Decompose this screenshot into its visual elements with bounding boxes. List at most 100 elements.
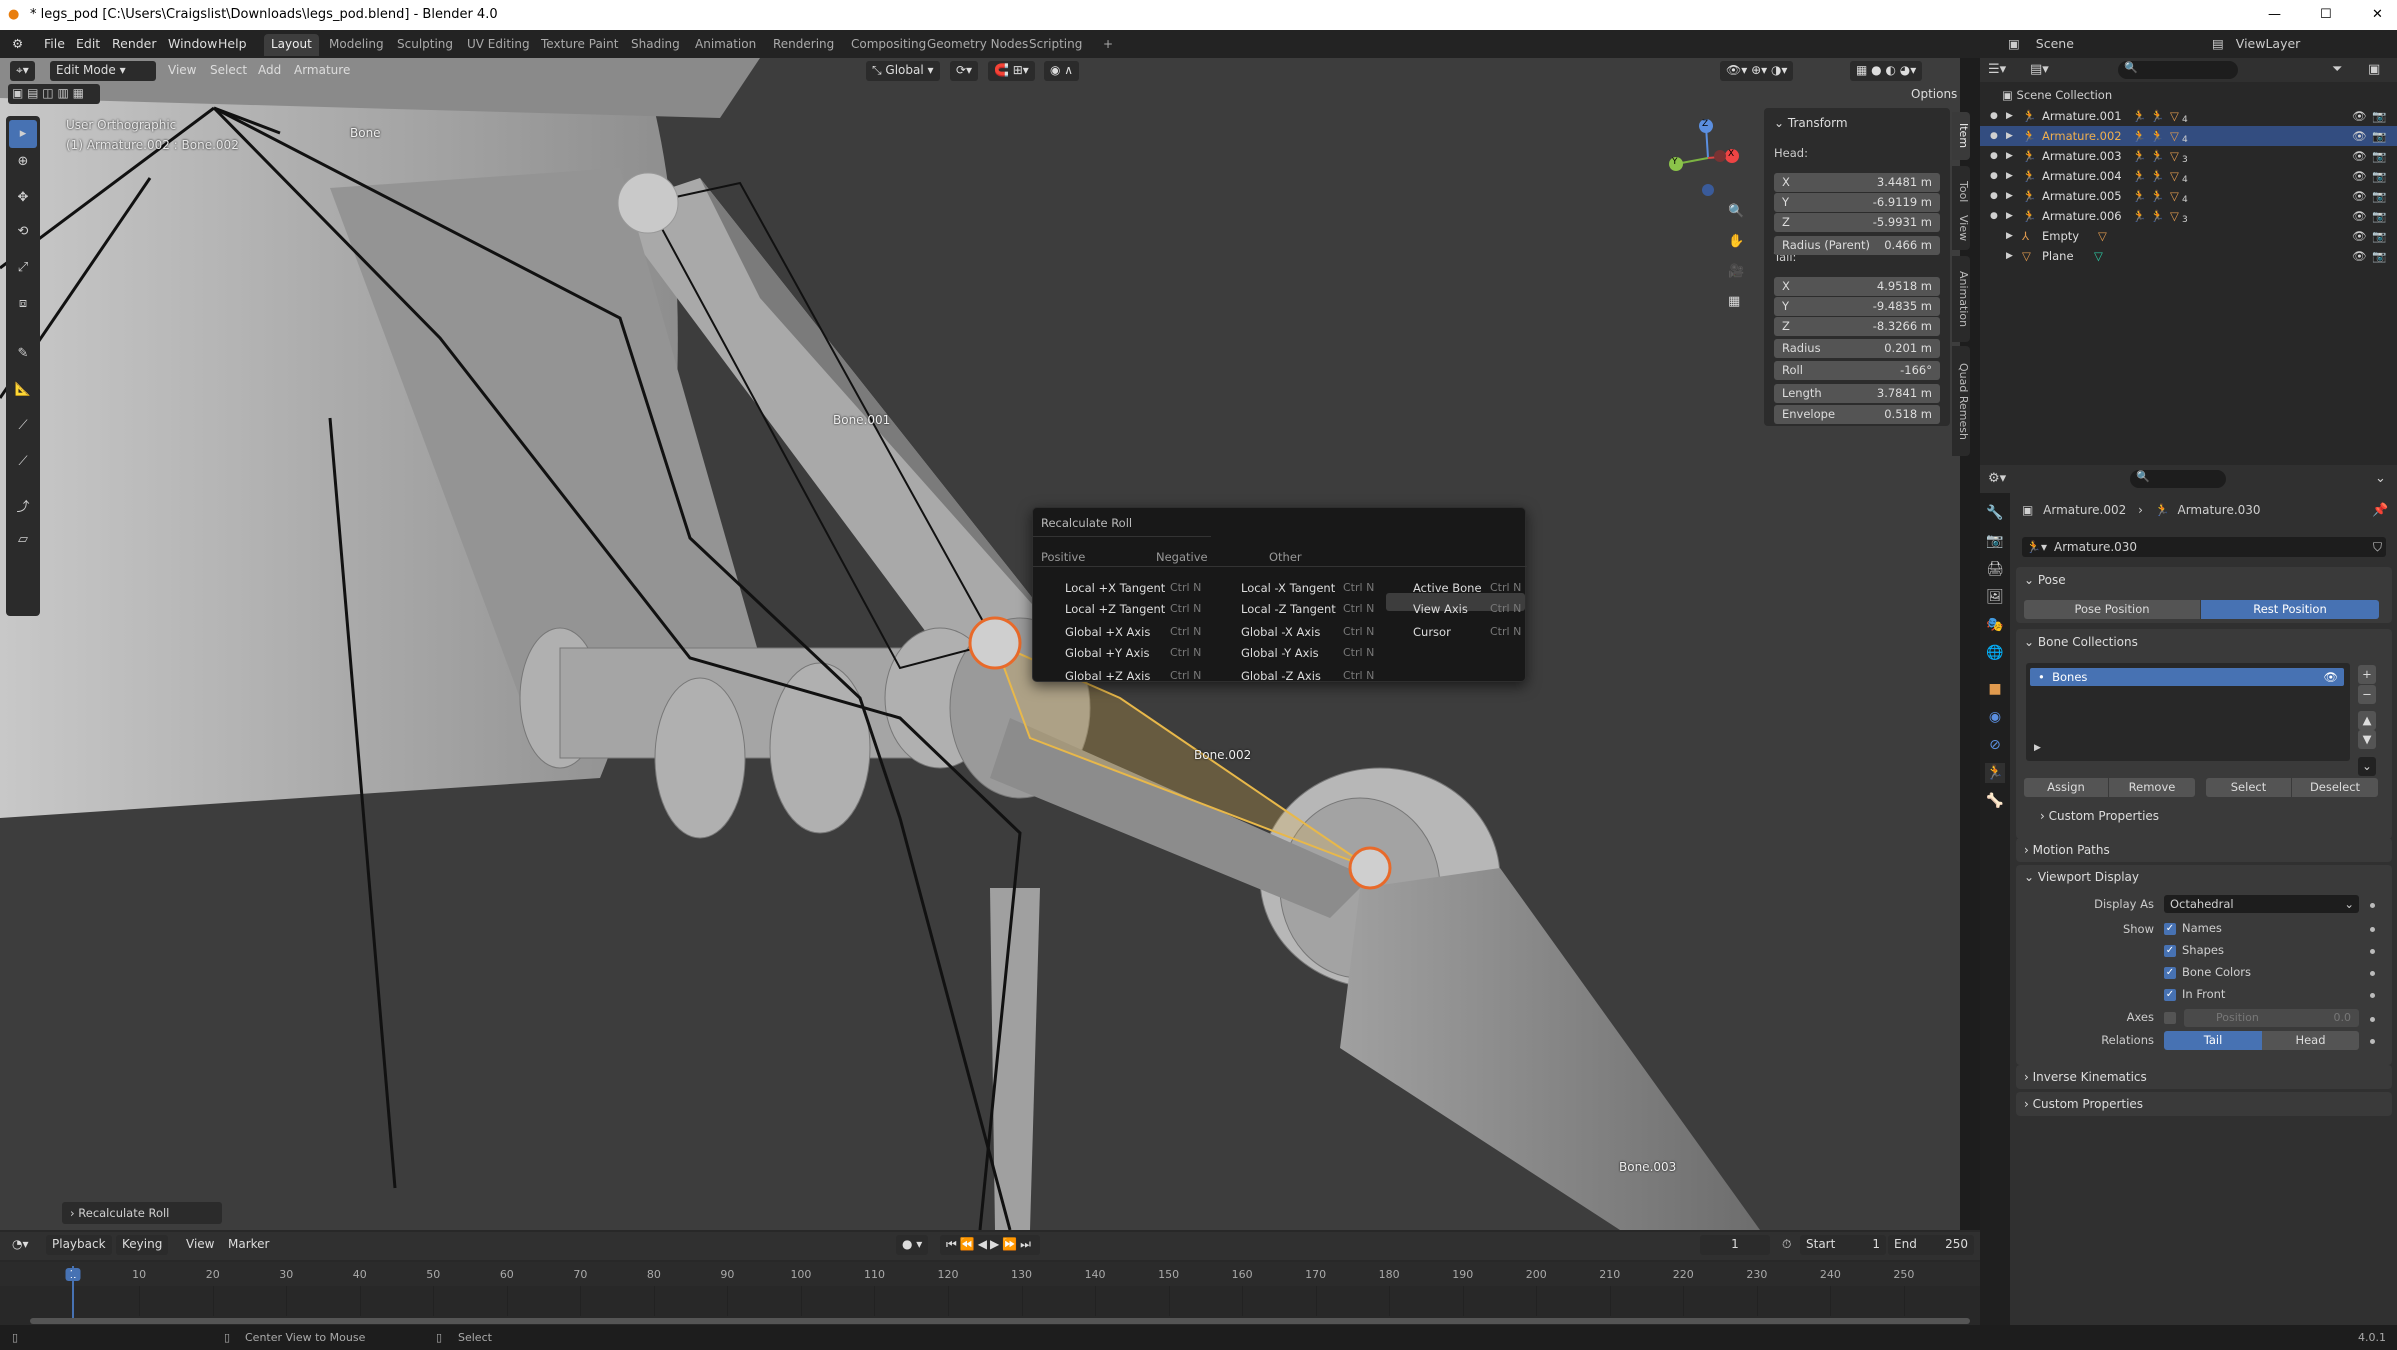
menu-file[interactable]: File [44,36,65,51]
view-layer-tab-icon[interactable]: 🖼 [1985,587,2005,607]
move-tool[interactable]: ✥ [9,190,37,205]
motion-paths-panel[interactable]: › Motion Paths [2016,838,2392,862]
workspace-tab-geometry-nodes[interactable]: Geometry Nodes [920,34,1035,56]
show-names-checkbox[interactable]: ✓ [2164,923,2176,935]
shear-tool[interactable]: ▱ [9,532,37,547]
timeline-menu-playback[interactable]: Playback [46,1235,112,1255]
visibility-eye-icon[interactable]: 👁 [2352,186,2367,206]
outliner-item-name[interactable]: Empty [2042,226,2079,246]
proportional-edit-toggle[interactable]: ◉ ∧ [1044,61,1080,81]
timeline-editor-type[interactable]: ◔▾ [6,1235,35,1255]
editor-type-button[interactable]: ⌖▾ [10,61,35,81]
outliner-item-name[interactable]: Armature.003 [2042,146,2122,166]
expand-arrow-icon[interactable]: ▶ [2006,226,2013,246]
new-collection-icon[interactable]: ▣ [2368,62,2380,77]
menu-item-global-y-axis[interactable]: Global +Y Axis [1065,646,1150,660]
viewport-menu-add[interactable]: Add [252,61,287,81]
workspace-tab-animation[interactable]: Animation [688,34,763,56]
end-frame-field[interactable]: End 250 [1888,1235,1974,1255]
ortho-grid-icon[interactable]: ▦ [1728,294,1740,309]
mode-selector[interactable]: Edit Mode ▾ [50,61,156,81]
add-collection-button[interactable]: + [2358,665,2376,684]
viewport-menu-view[interactable]: View [162,61,202,81]
snap-toggle[interactable]: 🧲 ⊞▾ [988,61,1035,81]
outliner-item-name[interactable]: Armature.006 [2042,206,2122,226]
scene-selector[interactable]: ▣ Scene [2008,36,2074,51]
menu-item-cursor[interactable]: Cursor [1413,625,1451,639]
render-camera-icon[interactable]: 📷 [2372,146,2386,166]
bone-collection-row[interactable]: • Bones 👁 [2030,668,2344,686]
expand-arrow-icon[interactable]: ▶ [2006,126,2013,146]
last-operator-panel[interactable]: › Recalculate Roll [62,1202,222,1224]
visibility-eye-icon[interactable]: 👁 [2352,166,2367,186]
outliner-row[interactable]: ● ▶ 🏃 Armature.002 🏃 🏃 ▽ 4 👁 📷 [1980,126,2397,146]
menu-edit[interactable]: Edit [76,36,100,51]
inverse-kinematics-panel[interactable]: › Inverse Kinematics [2016,1065,2392,1089]
timeline-menu-marker[interactable]: Marker [222,1235,275,1255]
transform-field-radius[interactable]: Radius 0.201 m [1774,339,1940,358]
sidebar-tab-item[interactable]: Item [1952,112,1970,160]
workspace-tab-shading[interactable]: Shading [624,34,687,56]
custom-properties-header[interactable]: › Custom Properties [2024,1097,2143,1111]
outliner-item-name[interactable]: Armature.001 [2042,106,2122,126]
render-camera-icon[interactable]: 📷 [2372,206,2386,226]
viewport-menu-armature[interactable]: Armature [288,61,356,81]
render-camera-icon[interactable]: 📷 [2372,106,2386,126]
outliner-item-name[interactable]: Armature.005 [2042,186,2122,206]
relations-tail-button[interactable]: Tail [2164,1031,2262,1050]
transform-tool[interactable]: ⧈ [9,296,37,311]
zoom-icon[interactable]: 🔍 [1728,204,1744,219]
menu-help[interactable]: Help [218,36,247,51]
viewport-display-header[interactable]: ⌄ Viewport Display [2024,870,2139,884]
keyframe-dot[interactable] [2370,927,2375,932]
display-mode-selector[interactable]: ▤▾ [2030,62,2049,77]
outliner-editor-type[interactable]: ☰▾ [1988,62,2006,77]
transform-field-y[interactable]: Y -6.9119 m [1774,193,1940,212]
timeline-menu-keying[interactable]: Keying [116,1235,169,1255]
custom-properties-panel[interactable]: › Custom Properties [2016,1092,2392,1116]
expand-arrow-icon[interactable]: ▶ [2006,146,2013,166]
fake-user-shield-icon[interactable]: ⛉ [2373,537,2382,557]
overlay-toggles[interactable]: 👁▾ ⊕▾ ◑▾ [1720,61,1794,81]
select-mode-buttons[interactable]: ▣ ▤ ◫ ▥ ▦ [8,84,100,104]
visibility-eye-icon[interactable]: 👁 [2352,126,2367,146]
current-frame-field[interactable]: 1 [1700,1235,1770,1255]
options-chevron-icon[interactable]: ⌄ [2375,471,2386,486]
3d-viewport[interactable]: ⌖▾ Edit Mode ▾ View Select Add Armature … [0,58,1960,1230]
select-box-tool[interactable]: ▸ [9,120,37,148]
sidebar-tab-quad-remesh[interactable]: Quad Remesh [1952,346,1970,456]
close-button[interactable]: ✕ [2372,0,2383,30]
outliner-row[interactable]: ● ▶ 🏃 Armature.004 🏃 🏃 ▽ 4 👁 📷 [1980,166,2397,186]
restrict-dot-icon[interactable]: ● [1990,186,1998,206]
annotate-tool[interactable]: ✎ [9,346,37,361]
bone-size-tool[interactable]: ⟋ [9,454,37,469]
outliner-item-name[interactable]: Armature.004 [2042,166,2122,186]
transform-field-z[interactable]: Z -8.3266 m [1774,317,1940,336]
select-button[interactable]: Select [2206,778,2291,797]
pivot-point-selector[interactable]: ⟳▾ [950,61,979,81]
transform-field-radius-parent-[interactable]: Radius (Parent) 0.466 m [1774,236,1940,255]
keyframe-dot[interactable] [2370,1017,2375,1022]
armature-data-field[interactable]: 🏃▾ Armature.030 ⛉ [2022,537,2386,557]
assign-button[interactable]: Assign [2024,778,2108,797]
transform-field-x[interactable]: X 3.4481 m [1774,173,1940,192]
workspace-tab-modeling[interactable]: Modeling [322,34,391,56]
navigation-gizmo[interactable]: Z Y X [1668,118,1748,198]
visibility-eye-icon[interactable]: 👁 [2323,668,2338,686]
camera-view-icon[interactable]: 🎥 [1728,264,1744,279]
menu-item-local-z-tangent[interactable]: Local +Z Tangent [1065,602,1165,616]
visibility-eye-icon[interactable]: 👁 [2352,106,2367,126]
outliner-row[interactable]: ▶ ⅄ Empty ▽ 👁 📷 [1980,226,2397,246]
workspace-tab-layout[interactable]: Layout [264,34,319,56]
menu-item-local-x-tangent[interactable]: Local -X Tangent [1241,581,1335,595]
object-tab-icon[interactable]: ■ [1985,679,2005,699]
outliner-row[interactable]: ● ▶ 🏃 Armature.006 🏃 🏃 ▽ 3 👁 📷 [1980,206,2397,226]
constraints-tab-icon[interactable]: ⊘ [1985,735,2005,755]
outliner-row[interactable]: ● ▶ 🏃 Armature.005 🏃 🏃 ▽ 4 👁 📷 [1980,186,2397,206]
physics-tab-icon[interactable]: ◉ [1985,707,2005,727]
shading-modes[interactable]: ▦ ● ◐ ◕▾ [1850,61,1923,81]
restrict-dot-icon[interactable]: ● [1990,106,1998,126]
menu-item-global-z-axis[interactable]: Global +Z Axis [1065,669,1150,683]
filter-icon[interactable]: ⏷ [2332,62,2342,77]
maximize-button[interactable]: ☐ [2320,0,2332,30]
